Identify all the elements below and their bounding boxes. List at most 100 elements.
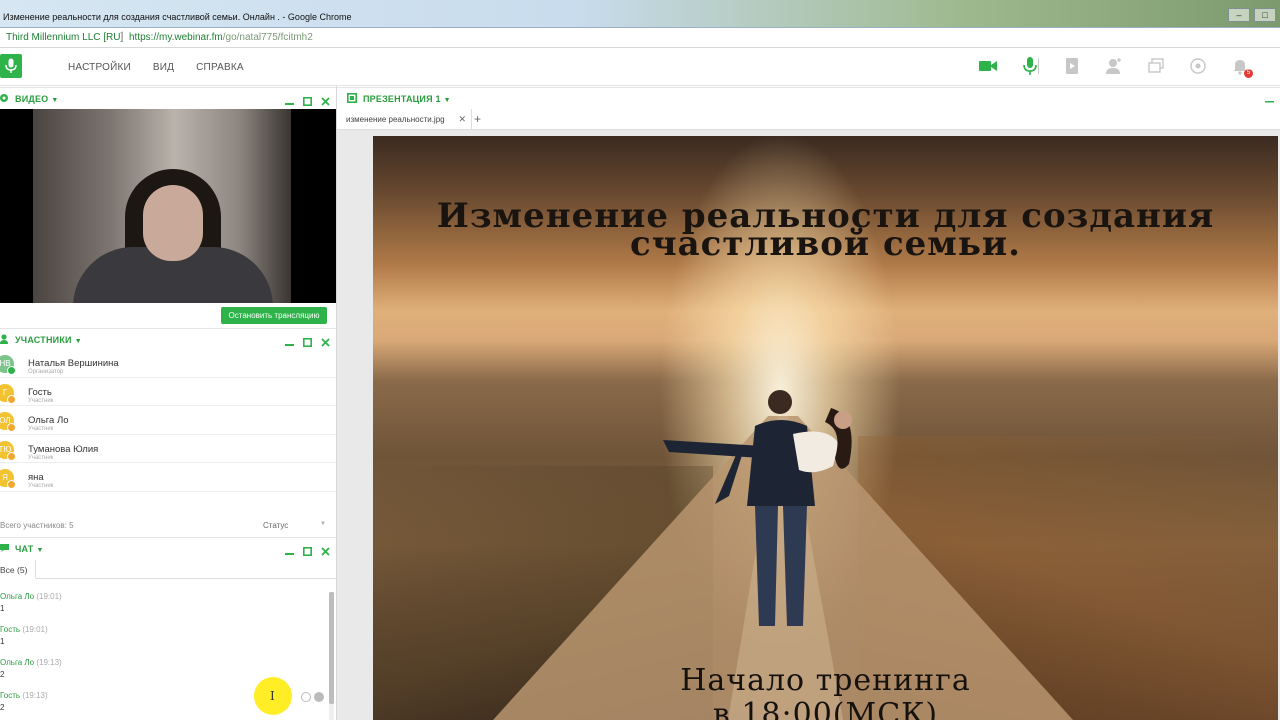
minimize-panel-icon[interactable] bbox=[285, 543, 294, 555]
participants-total: Всего участников: 5 bbox=[0, 521, 74, 530]
main-menu: НАСТРОЙКИ ВИД СПРАВКА bbox=[68, 62, 244, 73]
delete-message-icon[interactable] bbox=[314, 692, 324, 702]
participant-role-dot bbox=[7, 394, 16, 404]
participant-name: Ольга Ло bbox=[28, 415, 69, 426]
url-text[interactable]: https://my.webinar.fm/go/natal775/fcitmh… bbox=[129, 32, 313, 43]
presentation-tabs: изменение реальности.jpg ✕ + bbox=[337, 109, 1280, 130]
status-filter[interactable]: Статус bbox=[263, 521, 288, 530]
notification-badge: 5 bbox=[1244, 69, 1253, 78]
participant-name: Наталья Вершинина bbox=[28, 358, 119, 369]
video-panel-controls bbox=[285, 93, 330, 107]
message-author[interactable]: Гость bbox=[0, 691, 20, 700]
chat-panel-title[interactable]: ЧАТ ▼ bbox=[15, 544, 44, 554]
notifications-button[interactable]: 5 bbox=[1230, 56, 1253, 78]
participant-row[interactable]: НВ Наталья Вершинина Организатор bbox=[0, 349, 336, 378]
participant-role-dot bbox=[7, 480, 16, 489]
participants-list: НВ Наталья Вершинина Организатор Г Гость… bbox=[0, 349, 336, 492]
site-identity[interactable]: Third Millennium LLC [RU] bbox=[6, 32, 123, 43]
participant-avatar: ОЛ bbox=[0, 412, 16, 432]
app-header: НАСТРОЙКИ ВИД СПРАВКА 5 bbox=[0, 48, 1280, 86]
url-host: https://my.webinar.fm bbox=[129, 32, 223, 43]
chat-bubble-icon bbox=[0, 544, 9, 552]
chevron-down-icon[interactable]: ▼ bbox=[320, 521, 326, 527]
maximize-panel-icon[interactable] bbox=[303, 93, 313, 107]
presentation-panel-controls bbox=[1265, 93, 1274, 103]
webinar-logo[interactable] bbox=[0, 54, 22, 78]
record-button[interactable] bbox=[1188, 56, 1208, 76]
participant-name: Гость bbox=[28, 386, 52, 398]
window-title: Изменение реальности для создания счастл… bbox=[3, 12, 352, 22]
chevron-down-icon: ▼ bbox=[443, 97, 451, 104]
close-panel-icon[interactable] bbox=[321, 543, 330, 556]
video-camera-icon bbox=[979, 61, 997, 71]
microphone-toggle[interactable] bbox=[1020, 56, 1040, 76]
window-controls: – □ bbox=[1228, 8, 1276, 22]
minimize-panel-icon[interactable] bbox=[285, 93, 294, 105]
slide-start-time: Начало тренинга в 18:00(МСК) bbox=[373, 664, 1278, 721]
windows-icon bbox=[1148, 58, 1164, 73]
chat-tab-divider bbox=[36, 578, 336, 579]
close-panel-icon[interactable] bbox=[321, 93, 330, 106]
chat-panel-controls bbox=[285, 543, 330, 557]
microphone-logo-icon bbox=[5, 58, 17, 73]
text-cursor-icon: I bbox=[270, 689, 275, 703]
microphone-icon bbox=[1023, 57, 1039, 75]
camera-toggle[interactable] bbox=[978, 56, 998, 76]
participants-footer: Всего участников: 5 Статус ▼ bbox=[0, 517, 336, 535]
media-button[interactable] bbox=[1062, 56, 1082, 76]
minimize-panel-icon[interactable] bbox=[285, 334, 294, 346]
menu-view[interactable]: ВИД bbox=[153, 62, 174, 73]
invite-button[interactable] bbox=[1104, 56, 1124, 76]
participants-panel-title[interactable]: УЧАСТНИКИ ▼ bbox=[15, 335, 82, 345]
menu-settings[interactable]: НАСТРОЙКИ bbox=[68, 62, 131, 73]
message-time: (19:01) bbox=[36, 592, 62, 601]
message-author[interactable]: Гость bbox=[0, 625, 20, 634]
address-bar[interactable]: Third Millennium LLC [RU] | https://my.w… bbox=[0, 28, 1280, 48]
message-author[interactable]: Ольга Ло bbox=[0, 658, 34, 667]
chevron-down-icon: ▼ bbox=[36, 547, 44, 554]
participant-role-dot bbox=[7, 423, 16, 432]
participant-row[interactable]: ОЛ Ольга Ло Участник bbox=[0, 406, 336, 435]
participant-role: Участник bbox=[28, 426, 54, 432]
participant-role: Организатор bbox=[28, 369, 64, 375]
participant-row[interactable]: Я яна Участник bbox=[0, 463, 336, 492]
presentation-panel-title[interactable]: ПРЕЗЕНТАЦИЯ 1 ▼ bbox=[363, 94, 451, 104]
couple-illustration bbox=[663, 390, 852, 626]
maximize-panel-icon[interactable] bbox=[303, 334, 313, 348]
participant-name: Туманова Юлия bbox=[28, 443, 99, 455]
add-tab-icon[interactable]: + bbox=[474, 112, 481, 126]
participants-panel-title-text: УЧАСТНИКИ bbox=[15, 335, 72, 345]
stop-broadcast-button[interactable]: Остановить трансляцию bbox=[221, 307, 327, 324]
chat-message: Гость (19:01) 1 bbox=[0, 625, 326, 658]
close-panel-icon[interactable] bbox=[321, 334, 330, 347]
menu-help[interactable]: СПРАВКА bbox=[196, 62, 244, 73]
scrollbar-thumb[interactable] bbox=[329, 592, 334, 704]
participant-avatar: Я bbox=[0, 469, 16, 489]
presentation-slide[interactable]: Изменение реальности для создания счастл… bbox=[373, 136, 1278, 720]
chat-scrollbar[interactable] bbox=[329, 592, 334, 720]
chevron-down-icon: ▼ bbox=[51, 97, 59, 104]
video-panel-header: ВИДЕО ▼ bbox=[0, 87, 336, 109]
video-stream[interactable] bbox=[0, 109, 336, 303]
message-text: 1 bbox=[0, 604, 5, 613]
participant-role: Участник bbox=[28, 454, 54, 461]
file-tab[interactable]: изменение реальности.jpg ✕ bbox=[339, 109, 472, 130]
maximize-button[interactable]: □ bbox=[1254, 8, 1276, 22]
video-frame bbox=[33, 109, 291, 303]
chat-tab-all[interactable]: Все (5) bbox=[0, 560, 36, 579]
slide-headline: Изменение реальности для создания счастл… bbox=[373, 199, 1278, 261]
record-icon bbox=[1190, 58, 1206, 74]
minimize-panel-icon[interactable] bbox=[1265, 93, 1274, 103]
video-panel-title[interactable]: ВИДЕО ▼ bbox=[15, 94, 59, 104]
participant-row[interactable]: ТЮ Туманова Юлия Участник bbox=[0, 435, 336, 463]
close-icon[interactable]: ✕ bbox=[458, 114, 466, 125]
participant-role-dot bbox=[7, 451, 16, 461]
participant-row[interactable]: Г Гость Участник bbox=[0, 378, 336, 406]
maximize-panel-icon[interactable] bbox=[303, 543, 313, 557]
slide-start-line2: в 18:00(МСК) bbox=[712, 697, 939, 721]
minimize-button[interactable]: – bbox=[1228, 8, 1250, 22]
block-icon[interactable] bbox=[301, 692, 311, 702]
windows-button[interactable] bbox=[1146, 56, 1166, 76]
participant-initials: Я bbox=[2, 473, 8, 482]
message-author[interactable]: Ольга Ло bbox=[0, 592, 34, 601]
